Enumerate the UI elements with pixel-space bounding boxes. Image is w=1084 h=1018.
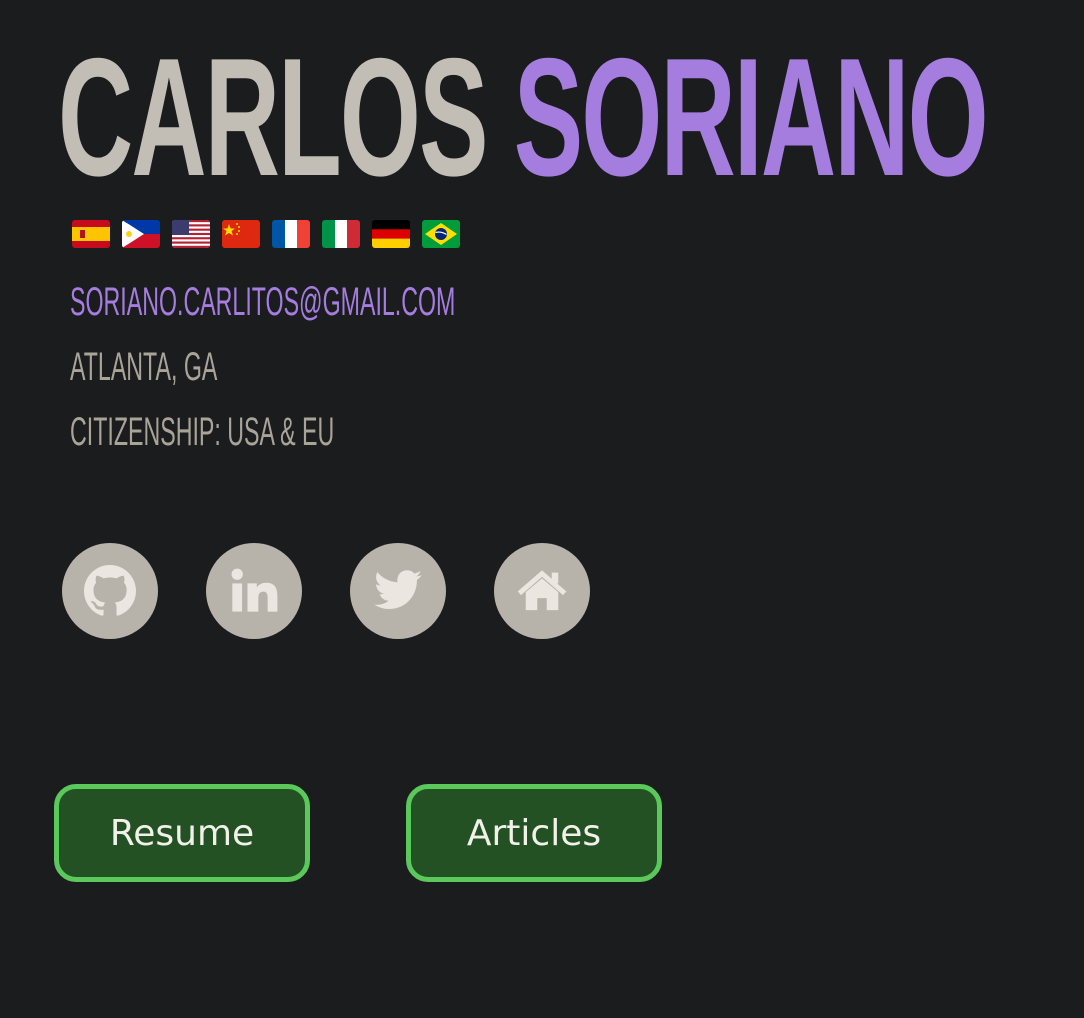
twitter-link[interactable] [350,543,446,639]
home-link[interactable] [494,543,590,639]
full-name-heading: CARLOS SORIANO [58,23,989,211]
twitter-icon [374,570,422,609]
home-icon [517,570,567,611]
last-name: SORIANO [513,23,989,211]
email-link[interactable]: SORIANO.CARLITOS@GMAIL.COM [70,278,455,326]
philippines-flag-icon [122,220,160,248]
china-flag-icon [222,220,260,248]
brazil-flag-icon [422,220,460,248]
italy-flag-icon [322,220,360,248]
linkedin-link[interactable] [206,543,302,639]
citizenship-text: CITIZENSHIP: USA & EU [70,410,335,454]
articles-button[interactable]: Articles [406,784,662,882]
resume-button[interactable]: Resume [54,784,310,882]
linkedin-icon [231,568,278,612]
spain-flag-icon [72,220,110,248]
social-links [62,543,590,639]
germany-flag-icon [372,220,410,248]
first-name: CARLOS [58,23,488,211]
usa-flag-icon [172,220,210,248]
github-link[interactable] [62,543,158,639]
flags-row [72,220,460,248]
france-flag-icon [272,220,310,248]
github-icon [84,565,136,616]
location-text: ATLANTA, GA [70,345,218,389]
